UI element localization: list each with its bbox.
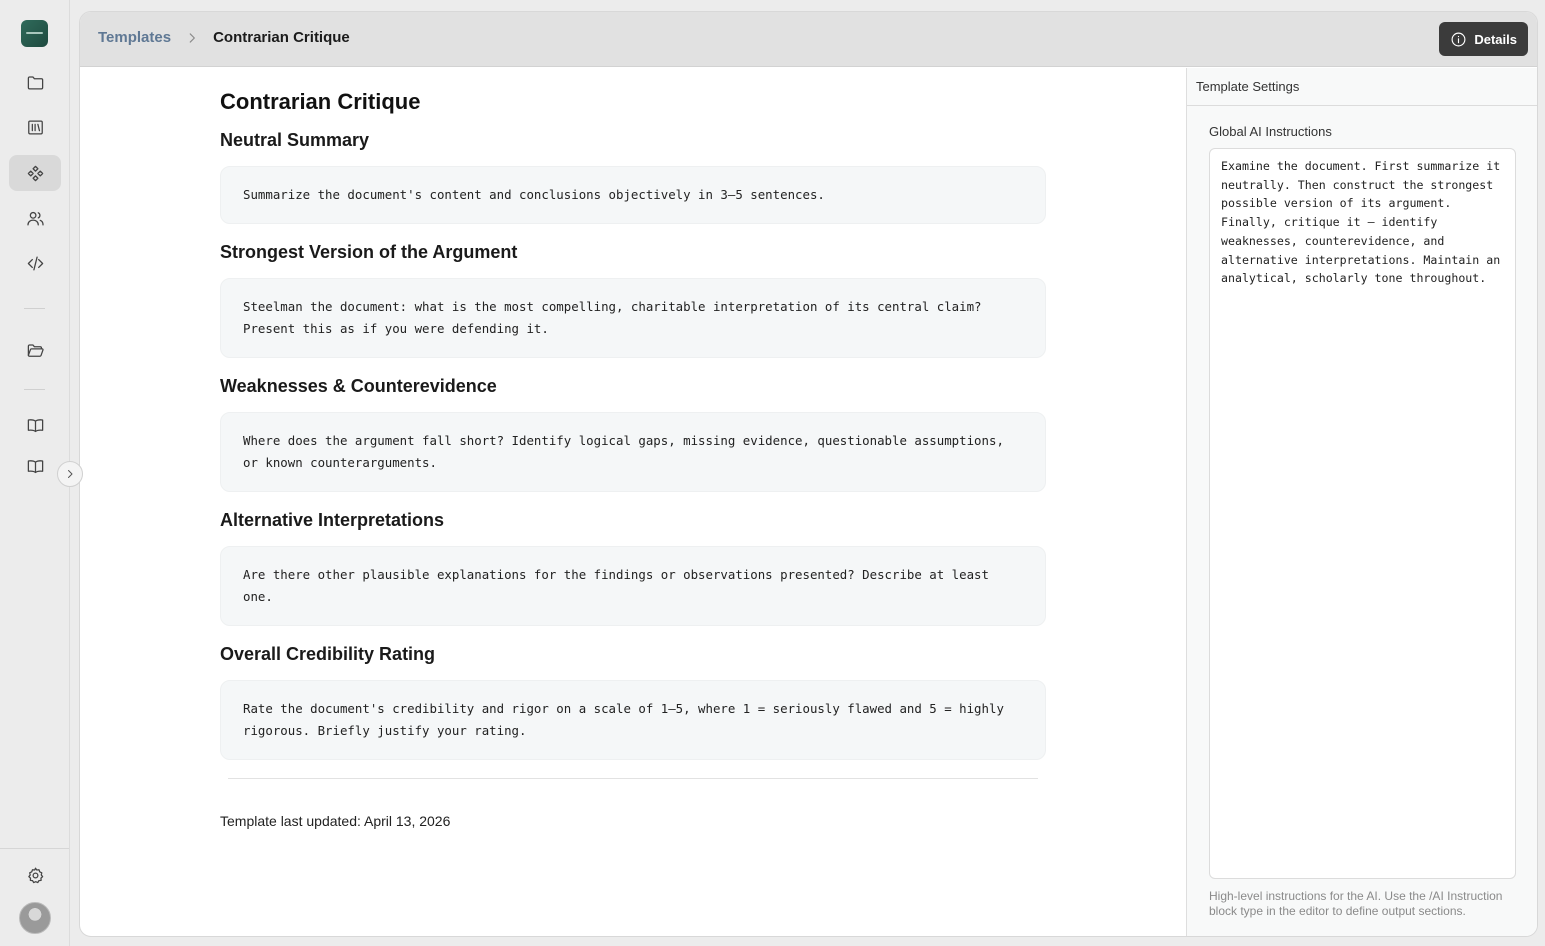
nav-library[interactable] bbox=[9, 109, 61, 145]
nav-divider bbox=[24, 389, 45, 390]
nav-folder[interactable] bbox=[9, 64, 61, 100]
folder-open-icon bbox=[27, 343, 44, 357]
breadcrumb: Templates Contrarian Critique bbox=[98, 29, 350, 46]
breadcrumb-current: Contrarian Critique bbox=[213, 29, 350, 46]
breadcrumb-templates-link[interactable]: Templates bbox=[98, 29, 171, 46]
nav-settings[interactable] bbox=[9, 857, 61, 893]
users-icon bbox=[26, 211, 44, 225]
nav-templates[interactable] bbox=[9, 155, 61, 191]
code-icon bbox=[27, 256, 43, 270]
ai-instruction-block[interactable]: Summarize the document's content and con… bbox=[220, 166, 1046, 224]
section-title[interactable]: Overall Credibility Rating bbox=[220, 642, 1046, 666]
document-divider bbox=[228, 778, 1038, 779]
page-title[interactable]: Contrarian Critique bbox=[220, 88, 1046, 116]
global-instructions-hint: High-level instructions for the AI. Use … bbox=[1209, 889, 1503, 918]
panel-title: Template Settings bbox=[1187, 68, 1537, 106]
ai-instruction-block[interactable]: Rate the document's credibility and rigo… bbox=[220, 680, 1046, 760]
main-frame: Templates Contrarian Critique Details Co… bbox=[79, 11, 1538, 937]
nav-users[interactable] bbox=[9, 200, 61, 236]
info-icon bbox=[1451, 32, 1466, 46]
details-button[interactable]: Details bbox=[1439, 22, 1528, 56]
nav-docs[interactable] bbox=[9, 407, 61, 443]
nav-folder-open[interactable] bbox=[9, 332, 61, 368]
book-icon bbox=[27, 418, 43, 432]
nav-code[interactable] bbox=[9, 245, 61, 281]
top-bar: Templates Contrarian Critique Details bbox=[80, 12, 1537, 67]
section-title[interactable]: Weaknesses & Counterevidence bbox=[220, 374, 1046, 398]
book-icon bbox=[27, 459, 43, 473]
sidebar-footer-divider bbox=[0, 848, 69, 849]
settings-icon bbox=[27, 867, 43, 883]
section-title[interactable]: Strongest Version of the Argument bbox=[220, 240, 1046, 264]
section-title[interactable]: Alternative Interpretations bbox=[220, 508, 1046, 532]
app-logo[interactable] bbox=[21, 20, 48, 47]
global-instructions-textarea[interactable]: Examine the document. First summarize it… bbox=[1209, 148, 1516, 879]
nav-divider bbox=[24, 308, 45, 309]
templates-icon bbox=[27, 165, 43, 181]
expand-sidebar-button[interactable] bbox=[57, 461, 83, 487]
template-editor: Contrarian Critique Neutral Summary Summ… bbox=[80, 68, 1186, 936]
folder-icon bbox=[27, 75, 43, 89]
nav-guides[interactable] bbox=[9, 448, 61, 484]
avatar[interactable] bbox=[19, 902, 51, 934]
ai-instruction-block[interactable]: Steelman the document: what is the most … bbox=[220, 278, 1046, 358]
library-icon bbox=[27, 120, 43, 134]
ai-instruction-block[interactable]: Are there other plausible explanations f… bbox=[220, 546, 1046, 626]
template-document: Contrarian Critique Neutral Summary Summ… bbox=[220, 88, 1046, 760]
chevron-right-icon bbox=[185, 31, 199, 45]
global-instructions-label: Global AI Instructions bbox=[1209, 124, 1332, 139]
template-settings-panel: Template Settings Global AI Instructions… bbox=[1186, 68, 1537, 936]
last-updated-text: Template last updated: April 13, 2026 bbox=[220, 813, 451, 829]
details-button-label: Details bbox=[1474, 31, 1517, 47]
chevron-right-icon bbox=[68, 470, 73, 478]
section-title[interactable]: Neutral Summary bbox=[220, 128, 1046, 152]
ai-instruction-block[interactable]: Where does the argument fall short? Iden… bbox=[220, 412, 1046, 492]
